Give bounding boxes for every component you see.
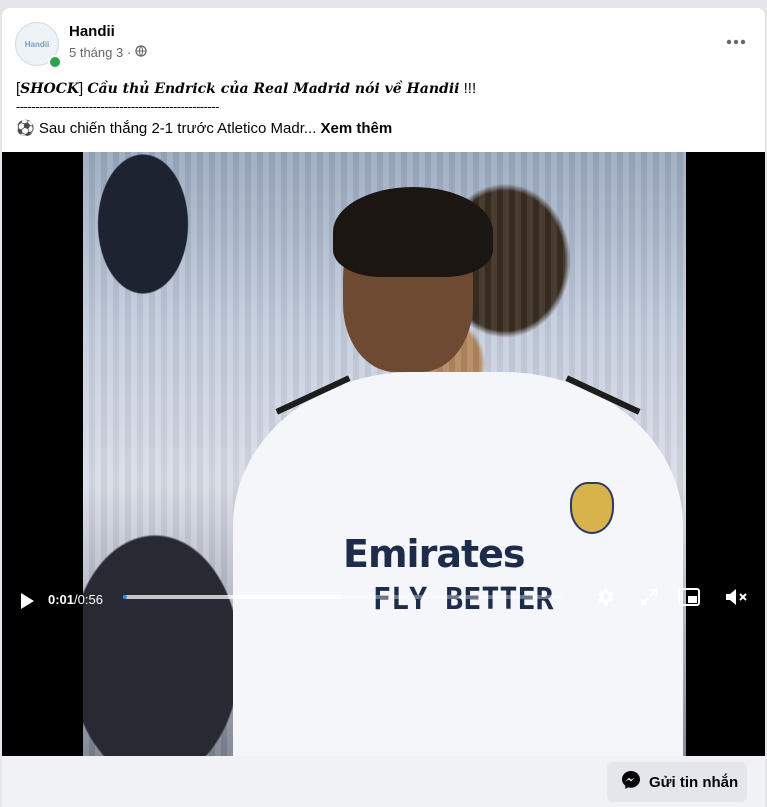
- picture-in-picture-icon[interactable]: [676, 584, 702, 610]
- fullscreen-icon[interactable]: [636, 584, 662, 610]
- page-name-link[interactable]: Handii: [69, 23, 115, 40]
- tv-camera: [73, 152, 213, 332]
- send-message-label: Gửi tin nhắn: [649, 773, 739, 791]
- video-player[interactable]: Emirates FLY BETTER 0:01 / 0:56: [2, 152, 765, 756]
- online-status-indicator: [48, 55, 62, 69]
- globe-icon: [135, 45, 147, 60]
- player-figure: Emirates FLY BETTER: [233, 172, 683, 756]
- post-separator: ----------------------------------------…: [16, 99, 219, 114]
- post-tag: SHOCK: [20, 81, 80, 97]
- club-crest: [570, 482, 614, 534]
- video-progress-bar[interactable]: [123, 595, 563, 599]
- settings-gear-icon[interactable]: [592, 584, 618, 610]
- post-header: Handii Handii 5 tháng 3 ·: [2, 8, 765, 78]
- post-headline: [SHOCK] Cầu thủ Endrick của Real Madrid …: [16, 80, 477, 97]
- video-time: 0:01 / 0:56: [48, 592, 103, 607]
- play-icon[interactable]: [16, 590, 38, 612]
- jersey-sponsor: Emirates: [343, 532, 526, 576]
- post-timestamp[interactable]: 5 tháng 3 ·: [69, 45, 131, 60]
- see-more-link[interactable]: Xem thêm: [321, 120, 393, 137]
- post-headline-text: Cầu thủ Endrick của Real Madrid nói về H…: [87, 81, 460, 97]
- post-meta: 5 tháng 3 ·: [69, 45, 147, 60]
- muted-volume-icon[interactable]: [722, 584, 752, 610]
- post-body-line: ⚽ Sau chiến thắng 2-1 trước Atletico Mad…: [16, 120, 393, 137]
- progress-buffered: [123, 595, 343, 599]
- send-message-button[interactable]: Gửi tin nhắn: [607, 762, 747, 802]
- jersey-slogan: FLY BETTER: [373, 582, 554, 617]
- messenger-icon: [621, 770, 641, 794]
- video-frame: Emirates FLY BETTER: [73, 152, 686, 756]
- soccer-ball-icon: ⚽: [16, 120, 35, 137]
- post-card: Handii Handii 5 tháng 3 · [SHOCK] Cầu th…: [2, 8, 765, 807]
- video-duration: 0:56: [77, 592, 103, 607]
- more-options-icon[interactable]: [721, 30, 751, 54]
- avatar-logo-text: Handii: [24, 39, 50, 49]
- post-text: [SHOCK] Cầu thủ Endrick của Real Madrid …: [16, 78, 746, 140]
- current-time: 0:01: [48, 592, 75, 607]
